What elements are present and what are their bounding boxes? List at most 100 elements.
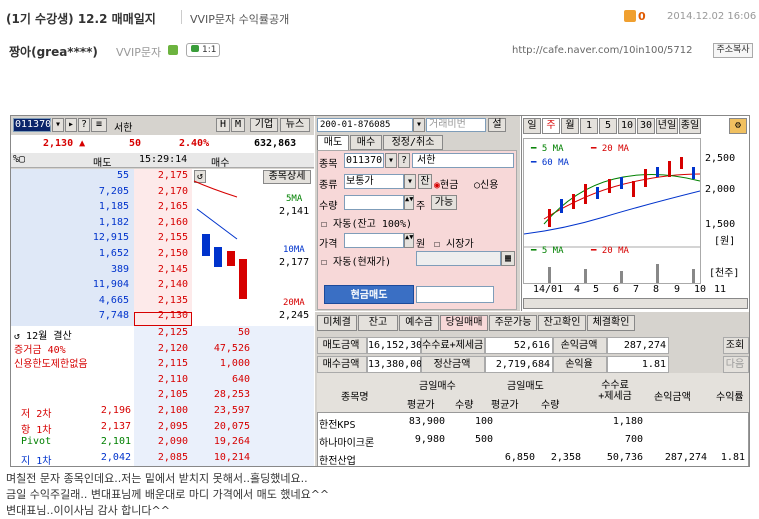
tab-buy[interactable]: 매수 [350, 135, 382, 150]
balance-summary-cell: 손익금액 [553, 337, 607, 354]
ask-qty: 1,185 [98, 201, 129, 213]
post-category[interactable]: VVIP문자 수익률공개 [190, 11, 289, 27]
chart-tab[interactable]: 종일 [679, 118, 701, 134]
credit-radio[interactable]: ○신용 [474, 176, 498, 191]
stock-code-input[interactable]: 011370 [13, 118, 51, 132]
qty-label: 수량 [319, 201, 338, 212]
h-button[interactable]: H [216, 118, 230, 132]
market-price-checkbox[interactable]: ☐ 시장가 [434, 235, 474, 250]
bid-qty: 10,214 [213, 451, 250, 463]
settle-label: ↺ 12월 결산 [14, 331, 72, 342]
ma20-value: 2,245 [279, 310, 310, 321]
trade-cell-fee: 50,736 [606, 452, 643, 463]
x-tick: 10 [694, 284, 707, 295]
order-code-input[interactable]: 011370 [344, 153, 384, 168]
sell-header: 매도 [93, 158, 112, 169]
chart-tab[interactable]: 5 [599, 118, 617, 134]
m-button[interactable]: M [231, 118, 245, 132]
balance-summary-cell: 52,616 [485, 337, 553, 354]
balance-action-button[interactable]: 조회 [723, 337, 749, 354]
code-dropdown[interactable]: ▾ [385, 153, 397, 168]
chart-tab[interactable]: 일 [523, 118, 541, 134]
ask-qty: 55 [116, 170, 129, 181]
divider [181, 10, 182, 24]
trading-screenshot: 011370 ▾ ▸ ? ≡ 서한 H M 기업 뉴스 2,130 ▲ 50 2… [10, 115, 750, 467]
password-field[interactable]: 거래비번 [426, 118, 486, 132]
post-url[interactable]: http://cafe.naver.com/10in100/5712 [512, 45, 693, 56]
qty-stepper[interactable]: ▲▼ [404, 195, 414, 210]
chart-scrollbar[interactable] [523, 298, 748, 309]
chart-settings-icon[interactable]: ⚙ [729, 118, 747, 134]
bid-qty: 20,075 [213, 420, 250, 432]
qty-input[interactable] [344, 195, 404, 210]
chart-tab[interactable]: 10 [618, 118, 636, 134]
company-button[interactable]: 기업 [250, 118, 278, 132]
balance-tab[interactable]: 미체결 [317, 315, 357, 331]
balance-tab[interactable]: 잔고 [358, 315, 398, 331]
trade-cell-name: 한전KPS [319, 420, 356, 431]
balance-tab[interactable]: 잔고확인 [538, 315, 586, 331]
balance-summary-cell: 매수금액 [317, 356, 367, 373]
balance-summary-cell: 수수료+제세금 [421, 337, 485, 354]
col-buy-avg: 평균가 [407, 400, 435, 411]
tab-modify[interactable]: 정정/취소 [383, 135, 443, 150]
balance-tab[interactable]: 당일매매 [440, 315, 488, 331]
code-help[interactable]: ? [398, 153, 410, 168]
chart-tab[interactable]: 30 [637, 118, 655, 134]
ask-qty: 12,915 [92, 232, 129, 244]
cash-radio[interactable]: ◉현금 [434, 176, 458, 191]
trade-cell-name: 하나마이크론 [319, 438, 375, 449]
volume-bars [548, 264, 695, 283]
auto-price-field[interactable] [416, 251, 501, 266]
copy-url-button[interactable]: 주소복사 [713, 43, 753, 58]
price-input[interactable] [344, 233, 404, 248]
price-unit: [원] [714, 236, 736, 247]
bid-qty: 640 [231, 373, 250, 385]
next-button[interactable]: ▸ [65, 118, 77, 132]
jan-button[interactable]: 잔 [418, 174, 432, 189]
y-tick: 2,500 [705, 153, 736, 164]
help-button[interactable]: ? [78, 118, 90, 132]
balance-tab[interactable]: 체결확인 [587, 315, 635, 331]
tab-sell[interactable]: 매도 [317, 135, 349, 150]
balance-action-button[interactable]: 다음 [723, 356, 749, 373]
settings-button[interactable]: 설 [488, 118, 506, 132]
account-dropdown[interactable]: ▾ [413, 118, 425, 132]
like-button[interactable]: 0 [624, 10, 646, 23]
dropdown-button[interactable]: ▾ [52, 118, 64, 132]
news-button[interactable]: 뉴스 [280, 118, 310, 132]
chart-tab[interactable]: 주 [542, 118, 560, 134]
mini-candle-chart [193, 180, 247, 299]
trade-cell-bavg: 83,900 [408, 416, 445, 427]
author-name[interactable]: 짱아(grea****) [9, 43, 98, 60]
balance-tab[interactable]: 주문가능 [489, 315, 537, 331]
chart-tab[interactable]: 1 [580, 118, 598, 134]
trade-cell-bqty: 100 [474, 416, 493, 427]
ask-price: 2,140 [157, 279, 188, 291]
col-buy: 금일매수 [419, 381, 456, 392]
bid-price: 2,125 [157, 327, 188, 338]
auto-price-checkbox[interactable]: ☐ 자동(현재가) [321, 253, 391, 268]
price-stepper[interactable]: ▲▼ [404, 233, 414, 248]
current-price: 2,130 ▲ [43, 138, 86, 149]
menu-button[interactable]: ≡ [91, 118, 107, 132]
order-message-field [416, 286, 494, 303]
auto-balance-checkbox[interactable]: ☐ 자동(잔고 100%) [321, 215, 412, 230]
candles [548, 157, 695, 227]
order-type-select[interactable]: 보통가 [344, 174, 404, 189]
available-button[interactable]: 가능 [431, 195, 457, 210]
chart-tab[interactable]: 월 [561, 118, 579, 134]
x-tick: 8 [653, 284, 660, 295]
calculator-icon[interactable]: ▦ [501, 251, 515, 266]
chat-button[interactable]: 1:1 [186, 43, 220, 57]
price-change: 50 [129, 138, 142, 149]
bid-price: 2,085 [157, 451, 188, 463]
share-unit: 주 [416, 201, 426, 212]
chart-tab[interactable]: 년일 [656, 118, 678, 134]
trade-cell-pl: 287,274 [664, 452, 707, 463]
account-select[interactable]: 200-01-876085 [317, 118, 413, 132]
cash-sell-button[interactable]: 현금매도 [324, 285, 414, 304]
balance-tab[interactable]: 예수금 [399, 315, 439, 331]
type-dropdown[interactable]: ▾ [404, 174, 416, 189]
ask-price: 2,145 [157, 263, 188, 275]
